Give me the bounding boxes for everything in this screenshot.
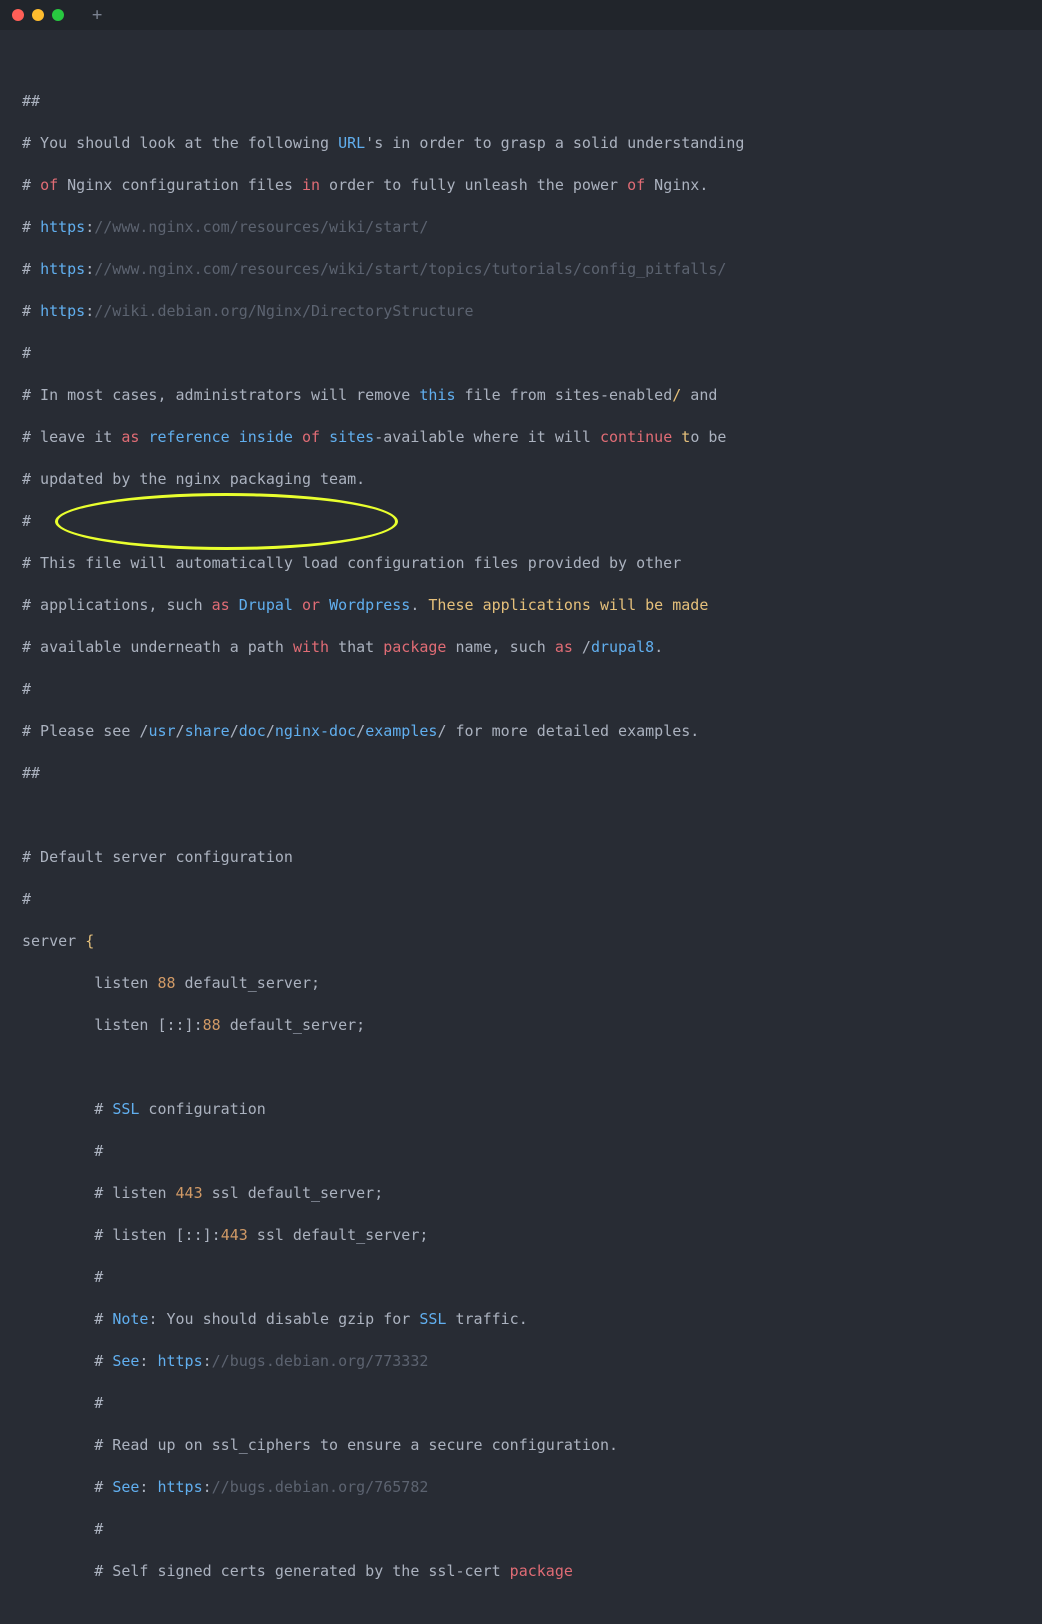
code-line: # applications, such as Drupal or Wordpr… xyxy=(22,595,1042,616)
code-line: # available underneath a path with that … xyxy=(22,637,1042,658)
code-line: # of Nginx configuration files in order … xyxy=(22,175,1042,196)
code-line: # In most cases, administrators will rem… xyxy=(22,385,1042,406)
code-editor[interactable]: ## # You should look at the following UR… xyxy=(0,30,1042,1624)
code-line: # updated by the nginx packaging team. xyxy=(22,469,1042,490)
code-line: # xyxy=(22,1141,1042,1162)
code-line: # https://www.nginx.com/resources/wiki/s… xyxy=(22,259,1042,280)
code-line: # xyxy=(22,343,1042,364)
code-line: # xyxy=(22,889,1042,910)
minimize-icon[interactable] xyxy=(32,9,44,21)
code-line: # Note: You should disable gzip for SSL … xyxy=(22,1309,1042,1330)
code-line: # https://www.nginx.com/resources/wiki/s… xyxy=(22,217,1042,238)
code-line: # https://wiki.debian.org/Nginx/Director… xyxy=(22,301,1042,322)
code-line: # xyxy=(22,1393,1042,1414)
code-line: # xyxy=(22,1519,1042,1540)
maximize-icon[interactable] xyxy=(52,9,64,21)
code-line: # You should look at the following URL's… xyxy=(22,133,1042,154)
code-line: listen [::]:88 default_server; xyxy=(22,1015,1042,1036)
code-line: # xyxy=(22,679,1042,700)
code-line: listen 88 default_server; xyxy=(22,973,1042,994)
code-line: # This file will automatically load conf… xyxy=(22,553,1042,574)
code-line: # Default server configuration xyxy=(22,847,1042,868)
code-line xyxy=(22,805,1042,826)
code-line: # SSL configuration xyxy=(22,1099,1042,1120)
code-line: # listen [::]:443 ssl default_server; xyxy=(22,1225,1042,1246)
code-line: # listen 443 ssl default_server; xyxy=(22,1183,1042,1204)
code-line: # See: https://bugs.debian.org/765782 xyxy=(22,1477,1042,1498)
code-line: server { xyxy=(22,931,1042,952)
code-line: # xyxy=(22,511,1042,532)
close-icon[interactable] xyxy=(12,9,24,21)
code-line: ## xyxy=(22,91,1042,112)
code-line: # leave it as reference inside of sites-… xyxy=(22,427,1042,448)
new-tab-button[interactable]: + xyxy=(92,7,102,24)
titlebar: + xyxy=(0,0,1042,30)
code-line: # See: https://bugs.debian.org/773332 xyxy=(22,1351,1042,1372)
code-line: # Self signed certs generated by the ssl… xyxy=(22,1561,1042,1582)
code-line xyxy=(22,1057,1042,1078)
code-line: ## xyxy=(22,763,1042,784)
code-line: # xyxy=(22,1267,1042,1288)
code-line: # Read up on ssl_ciphers to ensure a sec… xyxy=(22,1435,1042,1456)
code-line: # Please see /usr/share/doc/nginx-doc/ex… xyxy=(22,721,1042,742)
